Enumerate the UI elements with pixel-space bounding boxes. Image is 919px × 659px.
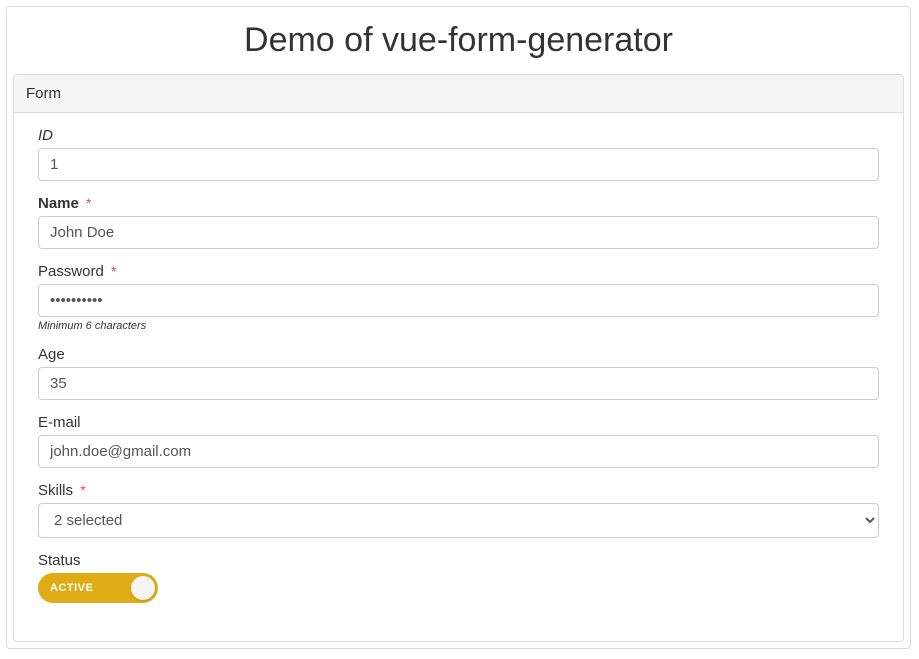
email-label: E-mail bbox=[38, 414, 879, 431]
field-age: Age bbox=[38, 346, 879, 400]
status-label: Status bbox=[38, 552, 879, 569]
password-hint: Minimum 6 characters bbox=[38, 320, 879, 332]
name-input[interactable] bbox=[38, 216, 879, 249]
field-name: Name * bbox=[38, 195, 879, 249]
required-star-icon: * bbox=[111, 263, 116, 279]
password-label: Password * bbox=[38, 263, 879, 280]
name-label-text: Name bbox=[38, 195, 79, 212]
skills-label: Skills * bbox=[38, 482, 879, 499]
skills-label-text: Skills bbox=[38, 482, 73, 499]
email-input[interactable] bbox=[38, 435, 879, 468]
status-toggle-label: ACTIVE bbox=[50, 582, 93, 594]
page-title: Demo of vue-form-generator bbox=[7, 7, 910, 74]
field-id: ID bbox=[38, 127, 879, 181]
id-input[interactable] bbox=[38, 148, 879, 181]
field-status: Status ACTIVE bbox=[38, 552, 879, 603]
field-skills: Skills * 2 selected bbox=[38, 482, 879, 538]
required-star-icon: * bbox=[86, 195, 91, 211]
password-label-text: Password bbox=[38, 263, 104, 280]
field-email: E-mail bbox=[38, 414, 879, 468]
skills-select[interactable]: 2 selected bbox=[38, 503, 879, 538]
status-toggle[interactable]: ACTIVE bbox=[38, 573, 158, 603]
name-label: Name * bbox=[38, 195, 879, 212]
required-star-icon: * bbox=[80, 482, 85, 498]
id-label: ID bbox=[38, 127, 879, 144]
age-input[interactable] bbox=[38, 367, 879, 400]
age-label: Age bbox=[38, 346, 879, 363]
field-password: Password * Minimum 6 characters bbox=[38, 263, 879, 332]
panel-header: Form bbox=[14, 75, 903, 113]
panel-body: ID Name * Password * Minimum 6 character… bbox=[14, 113, 903, 641]
password-input[interactable] bbox=[38, 284, 879, 317]
toggle-handle-icon bbox=[131, 576, 155, 600]
form-panel: Form ID Name * Password * bbox=[13, 74, 904, 642]
main-container: Demo of vue-form-generator Form ID Name … bbox=[6, 6, 911, 649]
